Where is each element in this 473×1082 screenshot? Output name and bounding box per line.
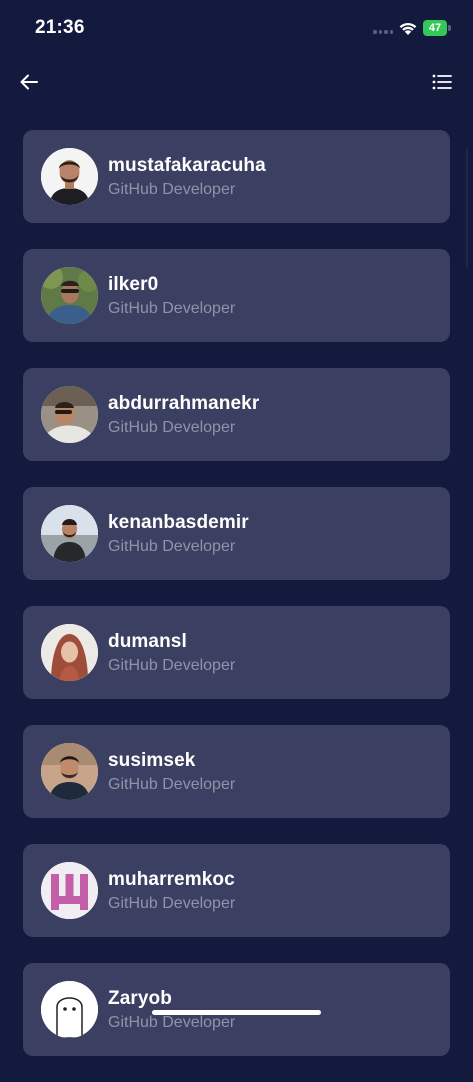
user-card[interactable]: abdurrahmanekr GitHub Developer bbox=[23, 368, 450, 461]
avatar bbox=[41, 505, 98, 562]
signal-icon bbox=[373, 30, 393, 34]
avatar bbox=[41, 386, 98, 443]
avatar bbox=[41, 624, 98, 681]
avatar bbox=[41, 981, 98, 1038]
scroll-indicator bbox=[466, 148, 468, 268]
battery-icon: 47 bbox=[423, 20, 451, 36]
username: Zaryob bbox=[108, 988, 172, 1009]
user-role: GitHub Developer bbox=[108, 895, 236, 912]
wifi-icon bbox=[399, 22, 417, 35]
user-role: GitHub Developer bbox=[108, 538, 236, 555]
user-card[interactable]: dumansl GitHub Developer bbox=[23, 606, 450, 699]
user-card[interactable]: mustafakaracuha GitHub Developer bbox=[23, 130, 450, 223]
user-role: GitHub Developer bbox=[108, 181, 236, 198]
user-role: GitHub Developer bbox=[108, 657, 236, 674]
user-card[interactable]: susimsek GitHub Developer bbox=[23, 725, 450, 818]
status-bar: 21:36 47 bbox=[0, 0, 473, 56]
menu-button[interactable] bbox=[428, 68, 456, 96]
user-card[interactable]: kenanbasdemir GitHub Developer bbox=[23, 487, 450, 580]
user-role: GitHub Developer bbox=[108, 776, 236, 793]
arrow-left-icon bbox=[20, 74, 38, 90]
user-list: mustafakaracuha GitHub Developer ilker0 … bbox=[23, 130, 450, 1082]
user-card[interactable]: muharremkoc GitHub Developer bbox=[23, 844, 450, 937]
list-icon bbox=[432, 74, 452, 90]
username: kenanbasdemir bbox=[108, 512, 249, 533]
back-button[interactable] bbox=[16, 68, 44, 96]
user-role: GitHub Developer bbox=[108, 300, 236, 317]
battery-level: 47 bbox=[423, 20, 447, 36]
user-card[interactable]: ilker0 GitHub Developer bbox=[23, 249, 450, 342]
user-role: GitHub Developer bbox=[108, 419, 236, 436]
status-time: 21:36 bbox=[35, 17, 85, 38]
username: muharremkoc bbox=[108, 869, 235, 890]
home-indicator bbox=[152, 1010, 321, 1015]
avatar bbox=[41, 267, 98, 324]
avatar bbox=[41, 743, 98, 800]
username: dumansl bbox=[108, 631, 187, 652]
user-role: GitHub Developer bbox=[108, 1014, 236, 1031]
avatar bbox=[41, 148, 98, 205]
avatar bbox=[41, 862, 98, 919]
username: mustafakaracuha bbox=[108, 155, 266, 176]
username: abdurrahmanekr bbox=[108, 393, 260, 414]
username: ilker0 bbox=[108, 274, 159, 295]
username: susimsek bbox=[108, 750, 196, 771]
